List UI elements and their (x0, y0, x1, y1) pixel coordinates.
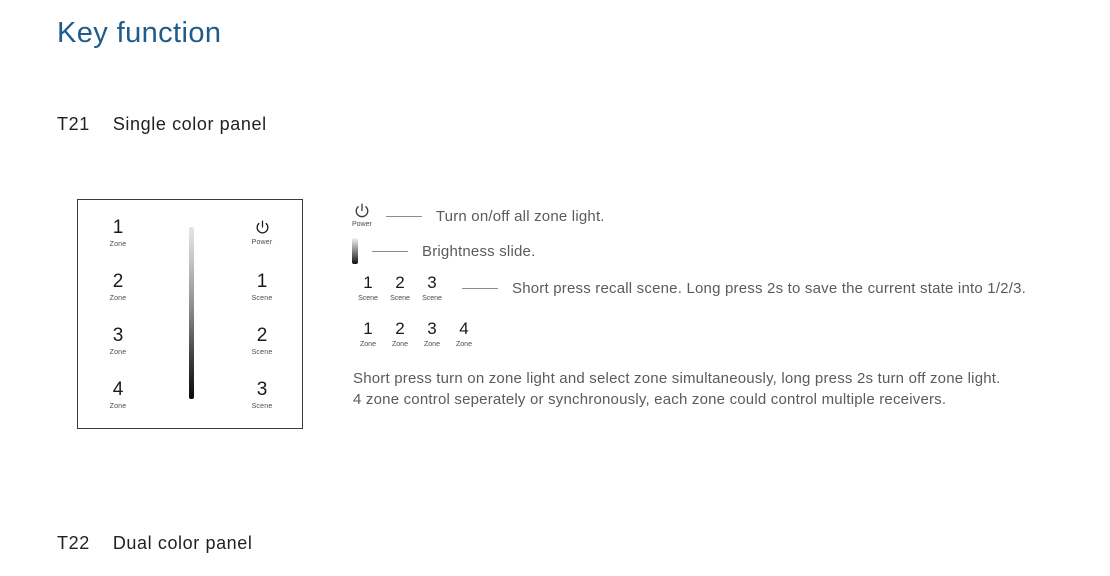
legend-zone-description: Short press turn on zone light and selec… (353, 368, 1073, 410)
panel-key-number: 3 (112, 324, 124, 346)
section-heading-t22: T22 Dual color panel (57, 533, 253, 554)
gradient-bar-icon (352, 238, 358, 264)
legend-dash (462, 288, 498, 289)
legend-zone-description-line1: Short press turn on zone light and selec… (353, 370, 1001, 387)
legend-key-caption: Zone (392, 341, 408, 348)
legend-scene-description: Short press recall scene. Long press 2s … (512, 280, 1027, 297)
panel-left-key-column: 1 Zone 2 Zone 3 Zone 4 Zone (78, 200, 158, 428)
panel-key-caption: Power (251, 238, 273, 246)
panel-key-number: 1 (256, 270, 268, 292)
panel-brightness-slider[interactable] (189, 227, 194, 399)
legend-key-zone-3[interactable]: 3 Zone (416, 320, 448, 349)
panel-key-number: 1 (112, 216, 124, 238)
legend-brightness-description: Brightness slide. (422, 242, 536, 260)
legend-key-caption: Zone (424, 341, 440, 348)
legend-dash (385, 215, 422, 217)
legend-row-zone: 1 Zone 2 Zone 3 Zone 4 Zone (352, 320, 480, 349)
section-name: Single color panel (112, 114, 267, 134)
legend-key-scene-3[interactable]: 3 Scene (416, 274, 448, 303)
panel-key-caption: Zone (109, 294, 127, 302)
legend-key-number: 2 (395, 319, 405, 338)
legend-row-brightness: Brightness slide. (352, 238, 535, 264)
legend-key-number: 1 (363, 273, 373, 292)
power-icon (354, 203, 370, 219)
legend-dash (372, 250, 408, 252)
panel-key-zone-2[interactable]: 2 Zone (78, 263, 158, 311)
legend-key-number: 4 (459, 319, 469, 338)
legend-power-icon-caption: Power (352, 221, 372, 228)
device-panel-illustration: 1 Zone 2 Zone 3 Zone 4 Zone Power 1 Scen… (77, 199, 303, 429)
panel-key-number: 2 (256, 324, 268, 346)
legend-key-number: 2 (395, 273, 405, 292)
power-icon (255, 219, 270, 235)
panel-key-caption: Zone (109, 240, 127, 248)
legend-key-number: 3 (427, 319, 437, 338)
section-code: T22 (57, 533, 90, 553)
legend-key-number: 3 (427, 273, 437, 292)
section-code: T21 (57, 114, 90, 134)
legend-key-number: 1 (363, 319, 373, 338)
panel-key-scene-2[interactable]: 2 Scene (222, 317, 302, 365)
legend-key-caption: Scene (358, 295, 378, 302)
panel-key-scene-3[interactable]: 3 Scene (222, 371, 302, 419)
legend-key-caption: Scene (422, 295, 442, 302)
panel-key-caption: Scene (251, 402, 273, 410)
legend-power-icon-group: Power (352, 203, 372, 229)
panel-key-zone-3[interactable]: 3 Zone (78, 317, 158, 365)
legend-key-zone-4[interactable]: 4 Zone (448, 320, 480, 349)
legend-key-caption: Zone (360, 341, 376, 348)
legend-zone-key-strip: 1 Zone 2 Zone 3 Zone 4 Zone (352, 320, 480, 349)
panel-key-number: 3 (256, 378, 268, 400)
panel-key-caption: Scene (251, 294, 273, 302)
panel-key-caption: Zone (109, 402, 127, 410)
section-heading-t21: T21 Single color panel (57, 114, 267, 135)
panel-key-scene-1[interactable]: 1 Scene (222, 263, 302, 311)
legend-key-scene-2[interactable]: 2 Scene (384, 274, 416, 303)
panel-right-key-column: Power 1 Scene 2 Scene 3 Scene (222, 200, 302, 428)
section-name: Dual color panel (112, 533, 253, 553)
page-title: Key function (57, 17, 222, 49)
legend-zone-description-line2: 4 zone control seperately or synchronous… (353, 391, 947, 408)
panel-key-number: 2 (112, 270, 124, 292)
legend-row-power: Power Turn on/off all zone light. (352, 203, 605, 229)
legend-key-zone-1[interactable]: 1 Zone (352, 320, 384, 349)
legend-row-scene: 1 Scene 2 Scene 3 Scene Short press reca… (352, 274, 1026, 303)
panel-key-power[interactable]: Power (222, 209, 302, 257)
legend-power-description: Turn on/off all zone light. (435, 207, 605, 225)
panel-key-caption: Scene (251, 348, 273, 356)
panel-key-zone-1[interactable]: 1 Zone (78, 209, 158, 257)
legend-scene-key-strip: 1 Scene 2 Scene 3 Scene (352, 274, 448, 303)
legend-key-scene-1[interactable]: 1 Scene (352, 274, 384, 303)
legend-key-zone-2[interactable]: 2 Zone (384, 320, 416, 349)
legend-key-caption: Scene (390, 295, 410, 302)
panel-key-number: 4 (112, 378, 124, 400)
panel-key-caption: Zone (109, 348, 127, 356)
legend-key-caption: Zone (456, 341, 472, 348)
panel-key-zone-4[interactable]: 4 Zone (78, 371, 158, 419)
